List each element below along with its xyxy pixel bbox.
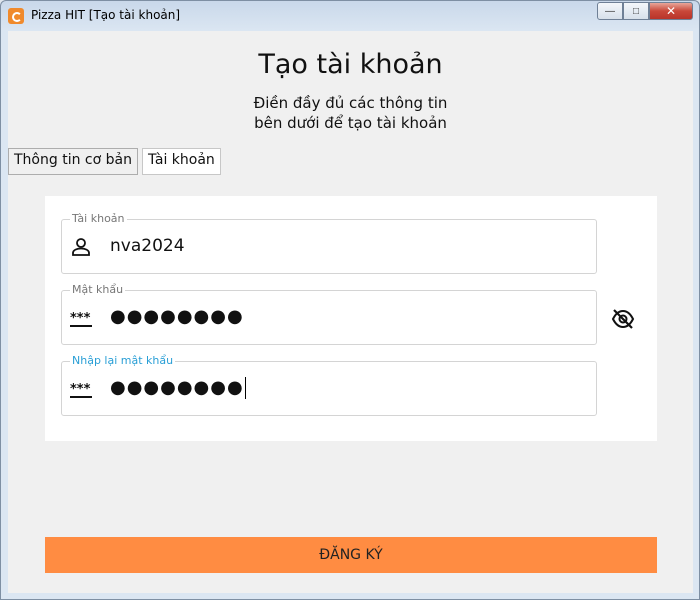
window-controls: — □ ✕ — [597, 2, 693, 20]
username-field[interactable]: Tài khoản nva2024 — [61, 212, 597, 274]
eye-off-icon[interactable] — [611, 308, 635, 330]
confirm-password-field[interactable]: Nhập lại mật khẩu *** ●●●●●●●● — [61, 354, 597, 416]
password-input[interactable]: ●●●●●●●● — [110, 306, 244, 327]
app-window: Pizza HIT [Tạo tài khoản] — □ ✕ Tạo tài … — [0, 0, 700, 600]
account-panel: Tài khoản nva2024 Mật khẩu *** ●●●●●●●● — [45, 196, 657, 441]
username-input[interactable]: nva2024 — [110, 236, 185, 256]
confirm-password-input[interactable]: ●●●●●●●● — [110, 377, 246, 399]
window-bottom-border — [8, 593, 693, 599]
confirm-password-value: ●●●●●●●● — [110, 377, 244, 398]
confirm-password-label: Nhập lại mật khẩu — [70, 354, 176, 367]
form-client-area: Tạo tài khoản Điền đầy đủ các thông tin … — [8, 31, 693, 593]
title-bar[interactable]: Pizza HIT [Tạo tài khoản] — □ ✕ — [1, 1, 699, 31]
page-subtitle: Điền đầy đủ các thông tin bên dưới để tạ… — [8, 93, 693, 133]
tab-strip: Thông tin cơ bản Tài khoản — [8, 148, 225, 175]
svg-text:***: *** — [70, 382, 91, 397]
tab-basic-info[interactable]: Thông tin cơ bản — [8, 148, 138, 175]
minimize-button[interactable]: — — [597, 2, 623, 20]
tab-account[interactable]: Tài khoản — [141, 148, 221, 175]
subtitle-line-1: Điền đầy đủ các thông tin — [253, 94, 448, 112]
person-icon — [72, 238, 90, 256]
asterisk-icon: *** — [70, 382, 92, 398]
username-label: Tài khoản — [70, 212, 127, 225]
app-logo-icon — [8, 8, 24, 24]
asterisk-icon: *** — [70, 311, 92, 327]
page-title: Tạo tài khoản — [258, 49, 443, 80]
text-caret — [244, 377, 246, 399]
register-button[interactable]: ĐĂNG KÝ — [45, 537, 657, 573]
close-button[interactable]: ✕ — [649, 2, 693, 20]
subtitle-line-2: bên dưới để tạo tài khoản — [254, 114, 447, 132]
password-field[interactable]: Mật khẩu *** ●●●●●●●● — [61, 283, 597, 345]
maximize-button[interactable]: □ — [623, 2, 649, 20]
window-title: Pizza HIT [Tạo tài khoản] — [31, 8, 181, 22]
svg-text:***: *** — [70, 311, 91, 326]
password-label: Mật khẩu — [70, 283, 126, 296]
